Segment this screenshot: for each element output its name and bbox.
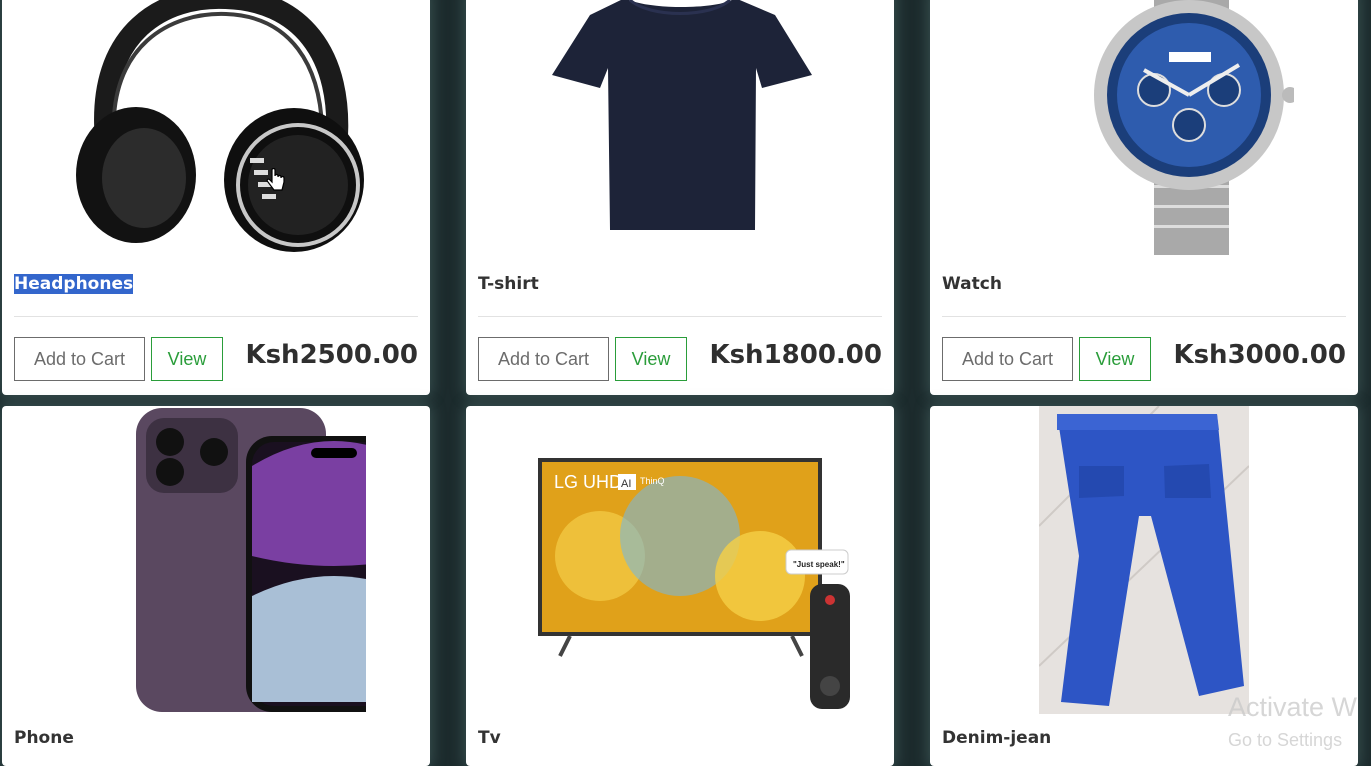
product-name[interactable]: Phone	[14, 728, 74, 748]
jeans-image[interactable]	[930, 406, 1358, 714]
product-name[interactable]: Denim-jean	[942, 728, 1051, 748]
add-to-cart-button[interactable]: Add to Cart	[478, 337, 609, 381]
product-card-watch: Watch Add to Cart View Ksh3000.00	[930, 0, 1358, 395]
product-price: Ksh1800.00	[709, 340, 882, 370]
headphones-image[interactable]	[2, 0, 430, 255]
product-name[interactable]: Tv	[478, 728, 501, 748]
watch-image[interactable]	[930, 0, 1358, 260]
product-card-headphones: Headphones Add to Cart View Ksh2500.00	[2, 0, 430, 395]
divider	[942, 316, 1346, 317]
tv-brand-text: LG UHD	[554, 472, 622, 492]
speech-bubble-text: "Just speak!"	[793, 560, 845, 569]
divider	[14, 316, 418, 317]
view-button[interactable]: View	[1079, 337, 1151, 381]
add-to-cart-button[interactable]: Add to Cart	[942, 337, 1073, 381]
view-button[interactable]: View	[615, 337, 687, 381]
divider	[478, 316, 882, 317]
view-button[interactable]: View	[151, 337, 223, 381]
phone-image[interactable]	[2, 406, 430, 716]
tv-ai-badge: AI	[621, 478, 631, 490]
product-card-tv: LG UHD AI ThinQ "Just speak!" Tv	[466, 406, 894, 766]
product-card-tshirt: T-shirt Add to Cart View Ksh1800.00	[466, 0, 894, 395]
hand-cursor-icon	[266, 167, 286, 198]
add-to-cart-button[interactable]: Add to Cart	[14, 337, 145, 381]
product-price: Ksh2500.00	[245, 340, 418, 370]
product-name[interactable]: T-shirt	[478, 274, 539, 294]
product-name[interactable]: Watch	[942, 274, 1002, 294]
tv-image[interactable]: LG UHD AI ThinQ "Just speak!"	[466, 406, 894, 716]
tshirt-image[interactable]	[466, 0, 894, 245]
product-name[interactable]: Headphones	[14, 274, 134, 294]
tv-thinq-text: ThinQ	[640, 476, 665, 486]
product-card-phone: Phone	[2, 406, 430, 766]
activation-watermark: Activate W	[1228, 692, 1358, 722]
product-price: Ksh3000.00	[1173, 340, 1346, 370]
activation-watermark-subtext: Go to Settings	[1228, 730, 1343, 750]
